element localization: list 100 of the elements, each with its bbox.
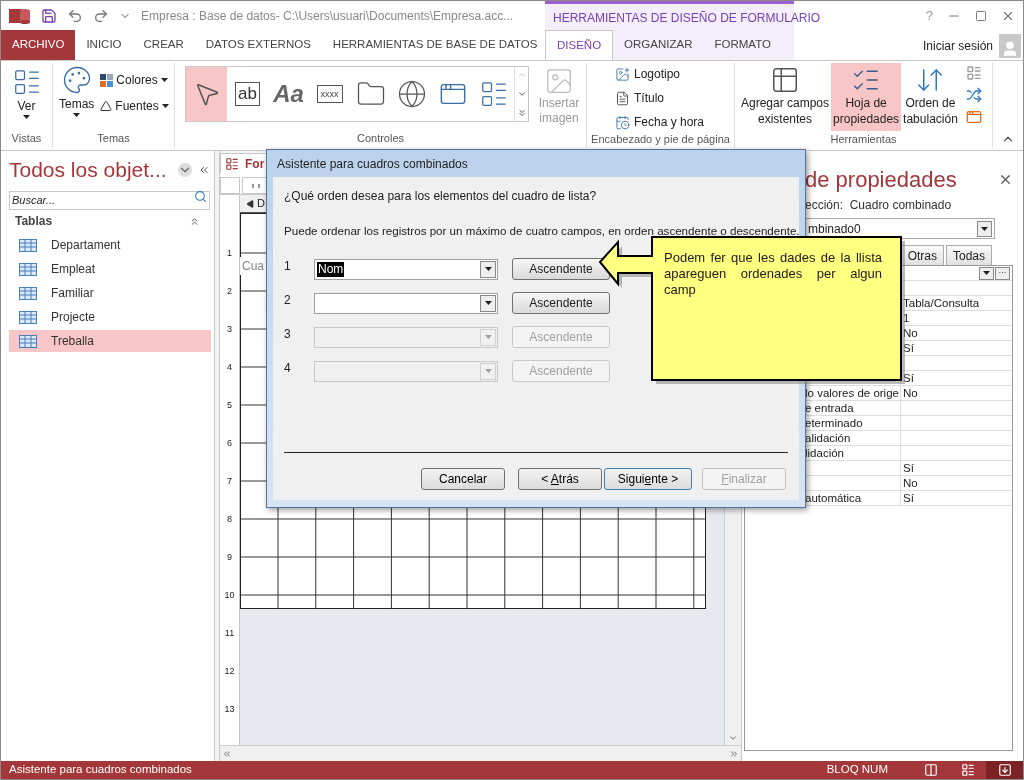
undo-icon[interactable]: [67, 8, 83, 24]
ribbon-tab[interactable]: ORGANIZAR: [613, 30, 704, 60]
property-name: eterminado: [805, 417, 863, 429]
property-value[interactable]: 1: [903, 312, 910, 324]
property-value[interactable]: Tabla/Consulta: [903, 297, 980, 309]
tools-button[interactable]: Agregar campos existentes: [739, 63, 832, 131]
tools-button[interactable]: Orden de tabulación: [901, 63, 960, 131]
context-title: HERRAMIENTAS DE DISEÑO DE FORMULARIO: [553, 9, 821, 27]
dropdown-button[interactable]: [979, 266, 994, 280]
property-value[interactable]: No: [903, 477, 918, 489]
dialog-button[interactable]: Siguiente >: [604, 468, 692, 490]
collapse-panel-icon[interactable]: [198, 164, 210, 176]
collapse-section-icon[interactable]: [189, 215, 200, 227]
ribbon-tab[interactable]: DISEÑO: [545, 30, 614, 60]
property-value[interactable]: Sí: [903, 492, 914, 504]
dialog-button[interactable]: < Atrás: [518, 468, 602, 490]
group-label: Temas: [96, 131, 131, 146]
ruler-number: 11: [224, 629, 235, 640]
ruler-number: 3: [227, 325, 232, 336]
dialog-button[interactable]: Cancelar: [421, 468, 505, 490]
sort-field-combo[interactable]: Nom: [314, 258, 498, 280]
tools-button[interactable]: Hoja de propiedades: [831, 63, 902, 131]
search-icon[interactable]: [194, 190, 207, 203]
sort-field-combo[interactable]: [314, 292, 498, 314]
close-icon[interactable]: [1001, 9, 1015, 23]
property-tab[interactable]: Todas: [945, 245, 992, 265]
table-add-icon: [770, 65, 800, 95]
property-value[interactable]: Sí: [903, 372, 914, 384]
ruler-number: 10: [224, 591, 235, 602]
scroll-down-icon[interactable]: [516, 89, 527, 99]
view-button[interactable]: Ver: [11, 63, 42, 130]
dropdown-caret-icon: [160, 78, 168, 82]
close-icon[interactable]: [998, 172, 1013, 187]
control-tool[interactable]: xxxx: [309, 67, 350, 121]
ruler-number: 7: [227, 477, 232, 488]
row-number: 1: [284, 258, 292, 276]
globe-icon: [396, 79, 427, 109]
navigation-item[interactable]: Familiar: [9, 282, 211, 304]
header-footer-button[interactable]: Logotipo: [615, 65, 734, 83]
ruler-number: 13: [224, 705, 235, 716]
ribbon-tab[interactable]: INICIO: [75, 30, 133, 60]
row-number: 2: [284, 292, 292, 310]
more-icon[interactable]: [516, 108, 527, 118]
ruler-number: 12: [224, 667, 235, 678]
dialog-title: Asistente para cuadros combinados: [277, 155, 468, 173]
horizontal-scrollbar[interactable]: [220, 745, 741, 761]
control-tool[interactable]: ab: [227, 67, 268, 121]
selection-type: ección: Cuadro combinado: [804, 197, 953, 214]
ruler-number: 6: [227, 439, 232, 450]
redo-icon[interactable]: [93, 8, 109, 24]
navigation-item[interactable]: Departament: [9, 234, 211, 256]
property-tab[interactable]: Otras: [900, 245, 944, 265]
scroll-down-icon[interactable]: [728, 733, 738, 743]
property-value[interactable]: No: [903, 327, 918, 339]
header-footer-button[interactable]: Título: [615, 89, 734, 107]
ruler-number: 1: [227, 249, 232, 260]
save-icon[interactable]: [41, 8, 57, 24]
navigation-item[interactable]: Projecte: [9, 306, 211, 328]
control-tool[interactable]: [186, 67, 227, 121]
group-label: Vistas: [11, 131, 42, 146]
control-tool[interactable]: Aa: [268, 67, 309, 121]
property-value[interactable]: Sí: [903, 342, 914, 354]
sort-order-button[interactable]: Ascendente: [512, 292, 610, 315]
property-value[interactable]: Sí: [903, 462, 914, 474]
scroll-left-icon[interactable]: [222, 748, 232, 759]
calendar-clock-icon: [615, 114, 630, 130]
group-label: Herramientas: [829, 132, 898, 147]
ribbon-tab[interactable]: DATOS EXTERNOS: [194, 30, 322, 60]
ribbon-tab[interactable]: CREAR: [132, 30, 195, 60]
person-silhouette-icon: [1001, 39, 1019, 58]
ribbon-tab[interactable]: FORMATO: [703, 30, 782, 60]
sign-in-link[interactable]: Iniciar sesión: [922, 36, 993, 55]
themes-button[interactable]: Temas: [59, 65, 95, 130]
ruler-tick-icon: [251, 181, 261, 190]
dialog-description: Puede ordenar los registros por un máximo de cuatro campos, en orden ascendente o descendente.: [284, 223, 797, 239]
dropdown-caret-icon: [73, 113, 81, 117]
table-icon: [19, 262, 37, 276]
textbox-icon: ab: [235, 82, 260, 106]
ruler-number: 5: [227, 401, 232, 412]
colors-button[interactable]: Colores: [100, 71, 169, 89]
button-control-icon: xxxx: [316, 85, 343, 103]
header-footer-button[interactable]: Fecha y hora: [615, 113, 734, 131]
builder-button[interactable]: ···: [995, 266, 1010, 280]
ruler-number: 9: [227, 553, 232, 564]
fonts-button[interactable]: Fuentes: [100, 97, 169, 115]
navigation-title: Todos los objet...: [9, 157, 168, 184]
row-number: 4: [284, 360, 292, 378]
navigation-item[interactable]: Treballa: [9, 330, 211, 352]
layout-view-icon: [960, 763, 975, 777]
row-number: 3: [284, 326, 292, 344]
property-value[interactable]: No: [903, 387, 918, 399]
dropdown-caret-icon: [484, 301, 492, 306]
ribbon-tab[interactable]: ARCHIVO: [1, 30, 76, 60]
view-switch-button[interactable]: [986, 761, 1023, 779]
view-code-icon[interactable]: [965, 109, 982, 125]
sort-order-button[interactable]: Ascendente: [512, 258, 610, 281]
navigation-item[interactable]: Empleat: [9, 258, 211, 280]
search-field[interactable]: Buscar...: [9, 190, 210, 210]
maximize-icon[interactable]: [975, 10, 987, 22]
property-sheet-title: de propiedades: [805, 166, 958, 194]
